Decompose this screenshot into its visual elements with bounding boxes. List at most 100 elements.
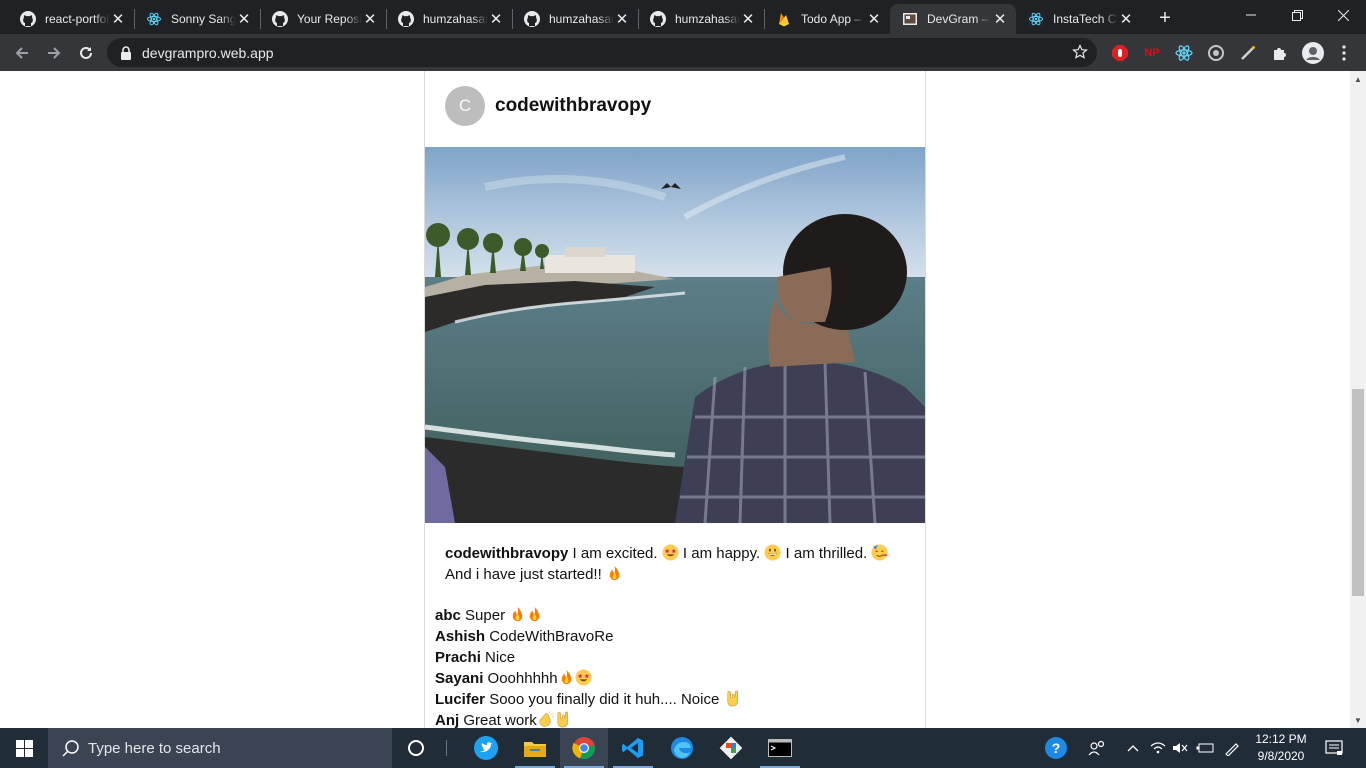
fire-emoji (526, 606, 543, 624)
edge-icon[interactable] (658, 728, 706, 768)
tab-title: Todo App – Firebase (801, 12, 866, 26)
github-icon (20, 11, 36, 27)
post-image[interactable] (425, 147, 925, 523)
taskbar-search-box[interactable]: Type here to search (48, 728, 392, 768)
browser-tab[interactable]: humzahasan ✕ (386, 4, 512, 34)
tab-title: Your Repositories (297, 12, 362, 26)
help-tray-icon[interactable]: ? (1045, 737, 1067, 759)
post-username[interactable]: codewithbravopy (495, 95, 651, 117)
fire-emoji (558, 669, 575, 687)
back-button[interactable] (7, 38, 37, 68)
close-tab-icon[interactable]: ✕ (866, 11, 882, 28)
comment-username[interactable]: Sayani (435, 670, 483, 687)
comment-row: Anj Great work (435, 710, 915, 728)
people-icon[interactable] (1087, 738, 1107, 758)
page-scrollbar[interactable]: ▲ ▼ (1350, 71, 1366, 728)
taskbar-clock[interactable]: 12:12 PM 9/8/2020 (1250, 731, 1312, 765)
beach-photo (425, 147, 925, 523)
terminal-icon[interactable] (756, 728, 804, 768)
start-button[interactable] (0, 728, 48, 768)
close-tab-icon[interactable]: ✕ (488, 11, 504, 28)
comment-username[interactable]: Anj (435, 712, 459, 728)
git-icon[interactable] (707, 728, 755, 768)
rock-hand-emoji (724, 690, 741, 708)
scrollbar-thumb[interactable] (1352, 389, 1364, 596)
chevron-up-icon[interactable] (1123, 738, 1143, 758)
browser-tab[interactable]: humzahasan ✕ (512, 4, 638, 34)
comment-row: Sayani Ooohhhhh (435, 668, 915, 689)
browser-tab[interactable]: InstaTech Clone✕ (1016, 4, 1142, 34)
volume-muted-icon[interactable] (1170, 738, 1190, 758)
party-face-emoji (871, 544, 888, 562)
cortana-icon[interactable] (392, 728, 440, 768)
comment-username[interactable]: Ashish (435, 628, 485, 645)
minimize-button[interactable] (1228, 0, 1274, 30)
comment-username[interactable]: abc (435, 607, 461, 624)
react-icon (1028, 11, 1044, 27)
clock-date: 9/8/2020 (1257, 749, 1305, 763)
scroll-down-arrow-icon[interactable]: ▼ (1350, 712, 1366, 728)
react-devtools-icon[interactable] (1174, 43, 1194, 63)
close-tab-icon[interactable]: ✕ (740, 11, 756, 28)
vscode-icon[interactable] (609, 728, 657, 768)
fire-emoji (606, 565, 623, 583)
chrome-icon[interactable] (560, 728, 608, 768)
browser-tab[interactable]: react-portfolio✕ (8, 4, 134, 34)
notifications-icon[interactable] (1324, 738, 1344, 758)
comment-row: Prachi Nice (435, 647, 915, 668)
caption-username[interactable]: codewithbravopy (445, 545, 568, 562)
pen-extension-icon[interactable] (1238, 43, 1258, 63)
close-tab-icon[interactable]: ✕ (614, 11, 630, 28)
post-header: C codewithbravopy (445, 86, 651, 126)
clap-emoji (537, 711, 554, 728)
close-tab-icon[interactable]: ✕ (992, 11, 1008, 28)
windows-taskbar: Type here to search ? 12:12 PM 9/8/2020 (0, 728, 1366, 768)
profile-avatar-icon[interactable] (1302, 42, 1324, 64)
search-placeholder: Type here to search (88, 739, 221, 757)
address-bar[interactable]: devgrampro.web.app (107, 38, 1097, 67)
star-struck-emoji (575, 669, 592, 687)
comment-text: Super (465, 607, 510, 624)
restore-button[interactable] (1274, 0, 1320, 30)
browser-tab[interactable]: Sonny Sangha✕ (134, 4, 260, 34)
browser-menu-button[interactable] (1334, 43, 1354, 63)
github-icon (650, 11, 666, 27)
close-tab-icon[interactable]: ✕ (362, 11, 378, 28)
battery-icon[interactable] (1195, 738, 1215, 758)
browser-tab[interactable]: Todo App – Firebase✕ (764, 4, 890, 34)
avatar[interactable]: C (445, 86, 485, 126)
twitter-icon[interactable] (462, 728, 510, 768)
github-icon (524, 11, 540, 27)
reload-icon (80, 46, 92, 59)
comment-row: Ashish CodeWithBravoRe (435, 626, 915, 647)
comment-username[interactable]: Prachi (435, 649, 481, 666)
tab-title: react-portfolio (45, 12, 110, 26)
browser-tab[interactable]: Your Repositories✕ (260, 4, 386, 34)
new-tab-button[interactable]: + (1152, 5, 1178, 31)
close-tab-icon[interactable]: ✕ (1118, 11, 1134, 28)
browser-tab[interactable]: DevGram – DevGram✕ (890, 4, 1016, 34)
forward-button[interactable] (39, 38, 69, 68)
reload-button[interactable] (71, 38, 101, 68)
file-explorer-icon[interactable] (511, 728, 559, 768)
github-icon (398, 11, 414, 27)
svg-text:?: ? (1052, 740, 1061, 756)
comment-row: abc Super (435, 605, 915, 626)
close-tab-icon[interactable]: ✕ (110, 11, 126, 28)
bookmark-star-icon[interactable] (1072, 44, 1088, 60)
pen-workspace-icon[interactable] (1222, 738, 1242, 758)
puzzle-extensions-icon[interactable] (1270, 43, 1290, 63)
close-window-button[interactable] (1320, 0, 1366, 30)
more-vert-icon (1342, 45, 1346, 61)
comment-row: Lucifer Sooo you finally did it huh.... … (435, 689, 915, 710)
scroll-up-arrow-icon[interactable]: ▲ (1350, 71, 1366, 87)
netflix-party-extension-icon[interactable]: NP (1142, 43, 1162, 63)
browser-tab[interactable]: humzahasan ✕ (638, 4, 764, 34)
wifi-icon[interactable] (1148, 738, 1168, 758)
comment-text: Sooo you finally did it huh.... Noice (489, 691, 724, 708)
comment-username[interactable]: Lucifer (435, 691, 485, 708)
close-tab-icon[interactable]: ✕ (236, 11, 252, 28)
circle-extension-icon[interactable] (1206, 43, 1226, 63)
tab-title: InstaTech Clone (1053, 12, 1118, 26)
red-hand-extension-icon[interactable] (1110, 43, 1130, 63)
